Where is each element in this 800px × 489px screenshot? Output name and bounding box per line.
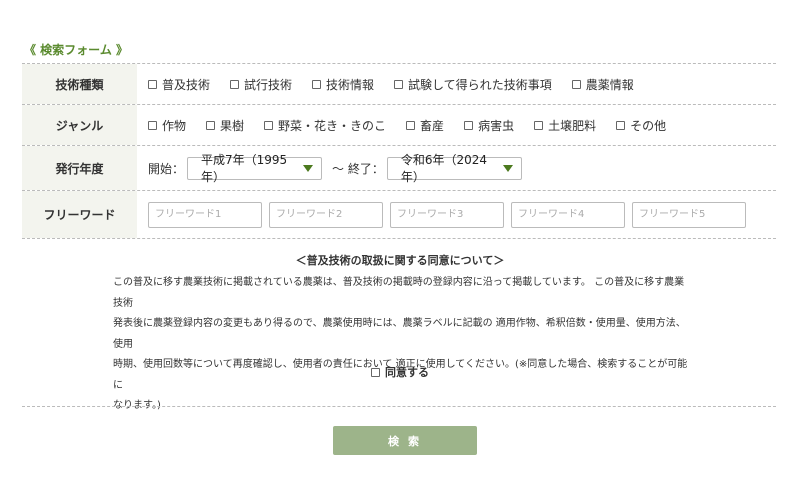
- row-category: 技術種類 普及技術 試行技術 技術情報 試験して得られた技術事項 農薬情報: [22, 64, 776, 105]
- divider: [22, 406, 776, 407]
- checkbox-yasai[interactable]: 野菜・花き・きのこ: [264, 117, 386, 134]
- end-year-label: 〜 終了：: [332, 161, 384, 176]
- genre-options: 作物 果樹 野菜・花き・きのこ 畜産 病害虫 土壌肥料 その他: [137, 105, 776, 145]
- genre-label: ジャンル: [22, 105, 137, 145]
- checkbox-box[interactable]: [406, 120, 416, 130]
- agreement-title: ＜普及技術の取扱に関する同意について＞: [295, 254, 505, 267]
- category-options: 普及技術 試行技術 技術情報 試験して得られた技術事項 農薬情報: [137, 64, 776, 104]
- end-year-select[interactable]: 令和6年（2024年）: [386, 153, 522, 184]
- start-year-value: 平成7年（1995年）: [201, 153, 288, 184]
- checkbox-box[interactable]: [394, 79, 404, 89]
- checkbox-box[interactable]: [264, 120, 274, 130]
- start-year-select[interactable]: 平成7年（1995年）: [187, 153, 323, 184]
- checkbox-kaju[interactable]: 果樹: [206, 117, 244, 134]
- checkbox-noyaku-joho[interactable]: 農薬情報: [571, 76, 634, 93]
- freeword-inputs: [137, 191, 776, 238]
- row-year: 発行年度 開始： 平成7年（1995年） 〜 終了： 令和6年（2024年）: [22, 146, 776, 191]
- checkbox-box[interactable]: [206, 120, 216, 130]
- row-freeword: フリーワード: [22, 191, 776, 239]
- checkbox-gijutsu-joho[interactable]: 技術情報: [312, 76, 374, 93]
- dropdown-arrow-icon: [303, 164, 314, 172]
- checkbox-box[interactable]: [230, 79, 240, 89]
- end-year-value: 令和6年（2024年）: [400, 153, 488, 184]
- agreement-line: この普及に移す農業技術に掲載されている農薬は、普及技術の掲載時の登録内容に沿って…: [113, 277, 685, 309]
- dropdown-arrow-icon: [502, 164, 513, 172]
- checkbox-sonota[interactable]: その他: [616, 117, 666, 134]
- freeword-input-2[interactable]: [269, 201, 383, 228]
- checkbox-fukyu-gijutsu[interactable]: 普及技術: [148, 76, 210, 93]
- agreement-line: 発表後に農薬登録内容の変更もあり得るので、農薬使用時には、農薬ラベルに記載の 適…: [113, 318, 686, 350]
- checkbox-dojo-hiryo[interactable]: 土壌肥料: [534, 117, 596, 134]
- agree-checkbox-label: 同意する: [385, 366, 429, 379]
- checkbox-box[interactable]: [148, 120, 157, 130]
- year-range: 開始： 平成7年（1995年） 〜 終了： 令和6年（2024年）: [137, 146, 776, 190]
- year-label: 発行年度: [22, 146, 137, 190]
- form-title: 《 検索フォーム 》: [24, 43, 128, 57]
- checkbox-shiko-gijutsu[interactable]: 試行技術: [230, 76, 292, 93]
- freeword-input-5[interactable]: [632, 201, 746, 228]
- checkbox-box[interactable]: [371, 367, 380, 377]
- checkbox-box[interactable]: [571, 79, 581, 89]
- category-label: 技術種類: [22, 64, 137, 104]
- agreement-text: この普及に移す農業技術に掲載されている農薬は、普及技術の掲載時の登録内容に沿って…: [113, 273, 693, 417]
- agree-checkbox[interactable]: 同意する: [0, 364, 800, 380]
- checkbox-shiken-jiko[interactable]: 試験して得られた技術事項: [394, 76, 552, 93]
- checkbox-box[interactable]: [616, 120, 626, 130]
- freeword-input-1[interactable]: [148, 201, 262, 228]
- checkbox-chikusan[interactable]: 畜産: [406, 117, 444, 134]
- checkbox-box[interactable]: [534, 120, 544, 130]
- start-year-label: 開始：: [148, 161, 185, 176]
- freeword-label: フリーワード: [22, 191, 137, 238]
- search-button[interactable]: 検 索: [333, 426, 477, 455]
- checkbox-byogaichu[interactable]: 病害虫: [464, 117, 514, 134]
- search-form-table: 技術種類 普及技術 試行技術 技術情報 試験して得られた技術事項 農薬情報 ジャ…: [22, 63, 776, 239]
- freeword-input-3[interactable]: [390, 201, 504, 228]
- checkbox-sakumotsu[interactable]: 作物: [148, 117, 186, 134]
- freeword-input-4[interactable]: [511, 201, 625, 228]
- row-genre: ジャンル 作物 果樹 野菜・花き・きのこ 畜産 病害虫 土壌肥料 その他: [22, 105, 776, 146]
- checkbox-box[interactable]: [464, 120, 474, 130]
- checkbox-box[interactable]: [148, 79, 157, 89]
- checkbox-box[interactable]: [312, 79, 322, 89]
